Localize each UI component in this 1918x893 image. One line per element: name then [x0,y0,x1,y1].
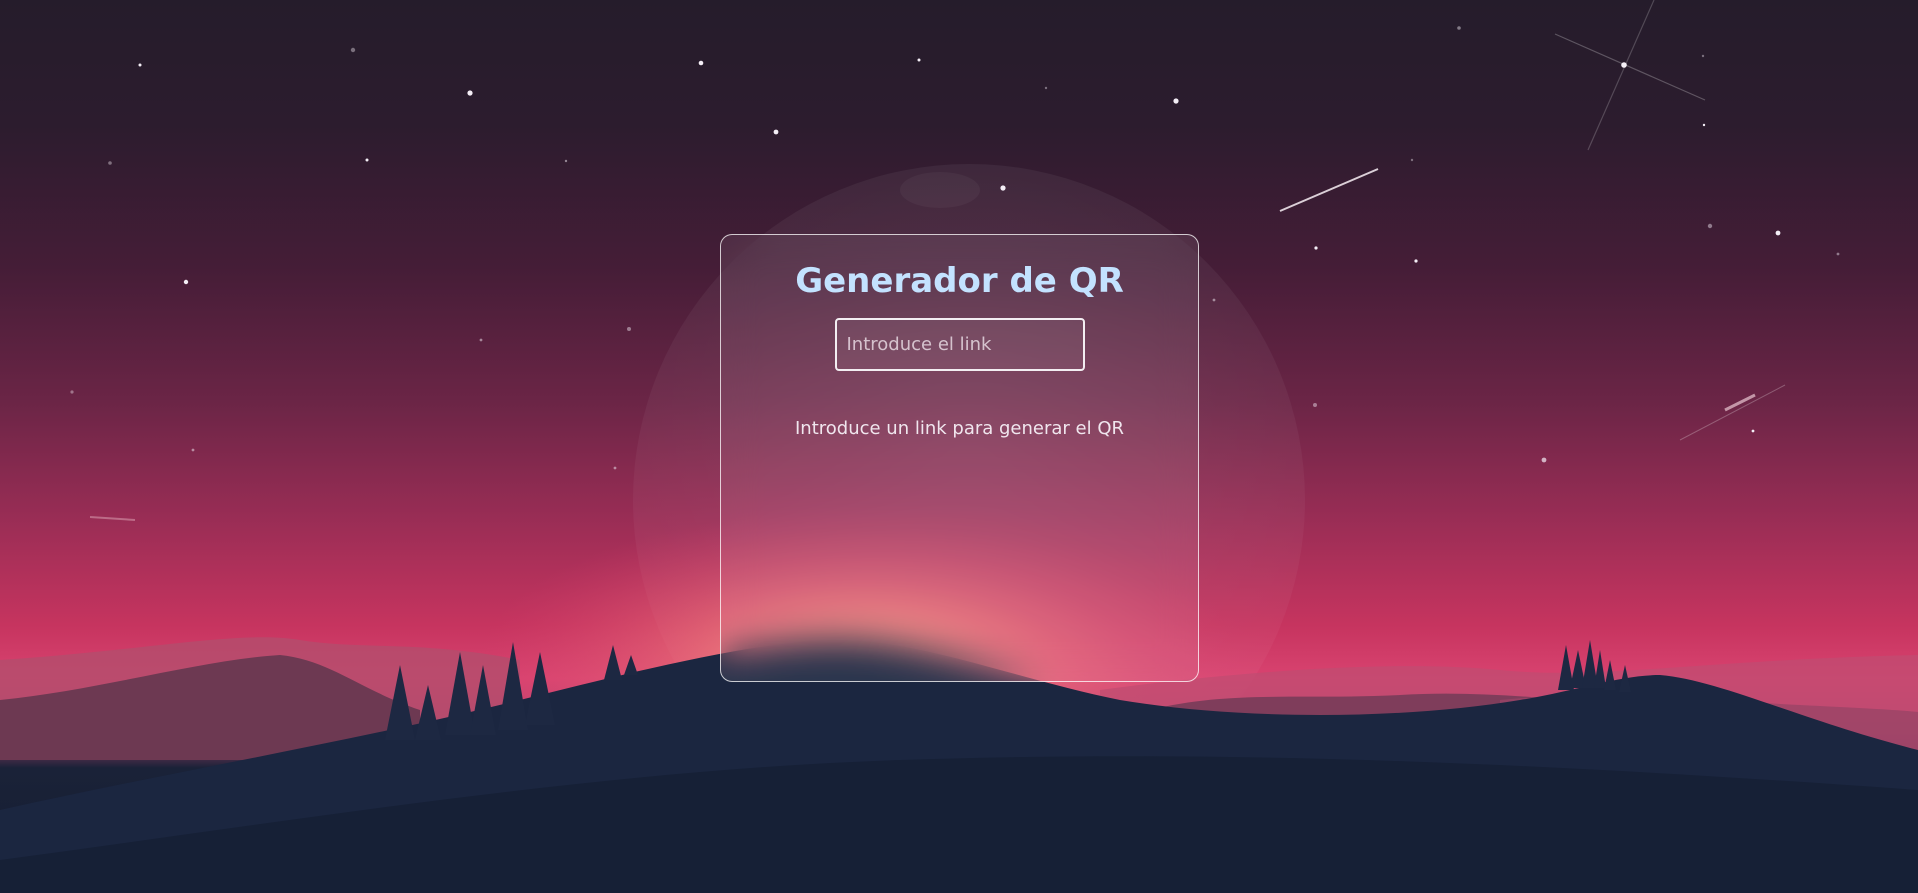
qr-generator-card: Generador de QR Introduce un link para g… [720,234,1199,682]
link-input[interactable] [834,318,1085,371]
qr-status-hint: Introduce un link para generar el QR [794,418,1125,439]
page-title: Generador de QR [795,261,1124,301]
